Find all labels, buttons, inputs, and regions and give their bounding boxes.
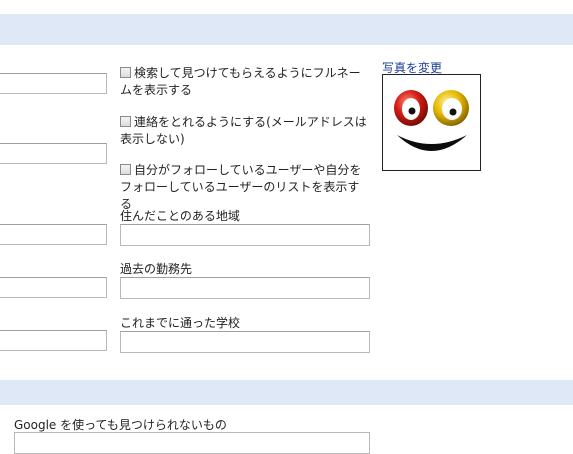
past-employers-input[interactable] [120, 277, 370, 299]
show-full-name-label: 検索して見つけてもらえるようにフルネームを表示する [120, 66, 361, 97]
left-text-field-1[interactable] [0, 73, 107, 94]
schools-input[interactable] [120, 331, 370, 353]
allow-contact-option[interactable]: 連絡をとれるようにする(メールアドレスは表示しない) [120, 114, 370, 148]
smiley-face-icon [394, 90, 469, 151]
privacy-section-band [0, 380, 573, 405]
show-follow-list-option[interactable]: 自分がフォローしているユーザーや自分をフォローしているユーザーのリストを表示する [120, 162, 370, 213]
left-text-field-4[interactable] [0, 277, 107, 298]
unsearchable-input[interactable] [14, 432, 370, 454]
show-full-name-option[interactable]: 検索して見つけてもらえるようにフルネームを表示する [120, 65, 370, 99]
past-employers-label: 過去の勤務先 [120, 262, 193, 276]
places-lived-input[interactable] [120, 224, 370, 246]
unsearchable-label: Google を使っても見つけられないもの [14, 418, 227, 432]
left-text-field-2[interactable] [0, 143, 107, 164]
schools-label: これまでに通った学校 [120, 316, 241, 330]
profile-photo[interactable] [382, 74, 481, 171]
allow-contact-checkbox[interactable] [120, 116, 131, 127]
show-follow-list-checkbox[interactable] [120, 164, 131, 175]
show-follow-list-label: 自分がフォローしているユーザーや自分をフォローしているユーザーのリストを表示する [120, 163, 362, 211]
left-text-field-3[interactable] [0, 224, 107, 245]
places-lived-label: 住んだことのある地域 [120, 209, 240, 223]
left-text-field-5[interactable] [0, 330, 107, 351]
show-full-name-checkbox[interactable] [120, 67, 131, 78]
section-header-band [0, 14, 573, 45]
allow-contact-label: 連絡をとれるようにする(メールアドレスは表示しない) [120, 115, 367, 146]
